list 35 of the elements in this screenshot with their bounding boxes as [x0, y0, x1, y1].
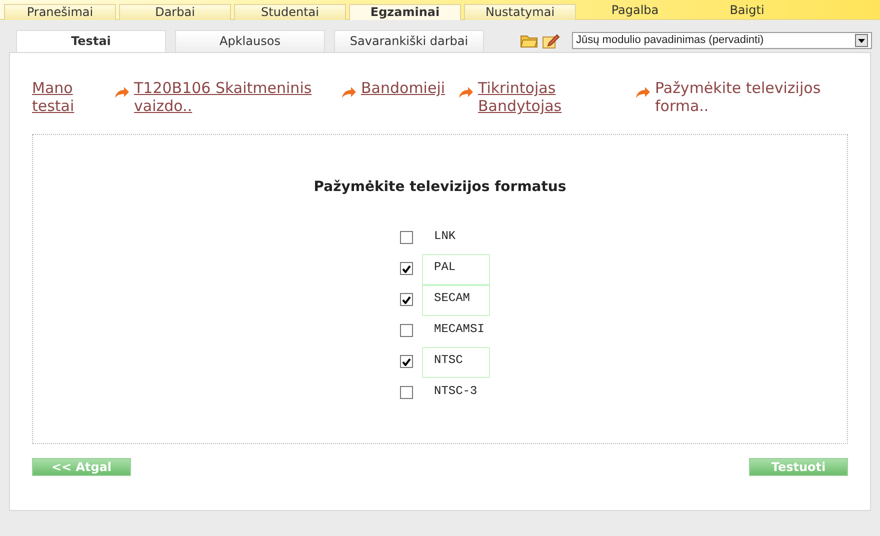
option-label: MECAMSI: [433, 321, 486, 338]
checkbox[interactable]: [400, 324, 413, 337]
menu-tab[interactable]: Egzaminai: [349, 4, 461, 20]
breadcrumb-link[interactable]: T120B106 Skaitmeninis vaizdo..: [134, 79, 339, 115]
checkbox[interactable]: [400, 355, 413, 368]
checkbox[interactable]: [400, 293, 413, 306]
menu-link[interactable]: Baigti: [691, 0, 803, 19]
option-label: NTSC-3: [433, 383, 478, 400]
arrow-icon: [341, 87, 357, 99]
option-label: NTSC: [422, 347, 490, 378]
module-dropdown[interactable]: Jūsų modulio pavadinimas (pervadinti): [572, 32, 872, 49]
arrow-icon: [458, 87, 474, 99]
breadcrumb-link[interactable]: Bandomieji: [361, 79, 456, 97]
option-label: SECAM: [422, 285, 490, 316]
menu-link[interactable]: Pagalba: [579, 0, 691, 19]
menu-tab[interactable]: Studentai: [234, 4, 346, 20]
tab[interactable]: Apklausos: [175, 30, 325, 52]
arrow-icon: [635, 87, 651, 99]
tab[interactable]: Savarankiški darbai: [334, 30, 484, 52]
question-title: Pažymėkite televizijos formatus: [312, 178, 568, 197]
option-label: PAL: [422, 254, 490, 285]
tab[interactable]: Testai: [16, 30, 166, 52]
edit-icon[interactable]: [542, 32, 560, 48]
menu-tab[interactable]: Pranešimai: [4, 4, 116, 20]
checkbox[interactable]: [400, 386, 413, 399]
menu-tab[interactable]: Darbai: [119, 4, 231, 20]
folder-icon[interactable]: [520, 33, 538, 48]
option-label: LNK: [433, 228, 457, 245]
breadcrumb-current: Pažymėkite televizijos forma..: [655, 79, 822, 115]
checkbox[interactable]: [400, 231, 413, 244]
breadcrumb-link[interactable]: Tikrintojas Bandytojas: [478, 79, 633, 115]
arrow-icon: [114, 87, 130, 99]
breadcrumb-link[interactable]: Mano testai: [32, 79, 112, 115]
menu-tab[interactable]: Nustatymai: [464, 4, 576, 20]
checkbox[interactable]: [400, 262, 413, 275]
